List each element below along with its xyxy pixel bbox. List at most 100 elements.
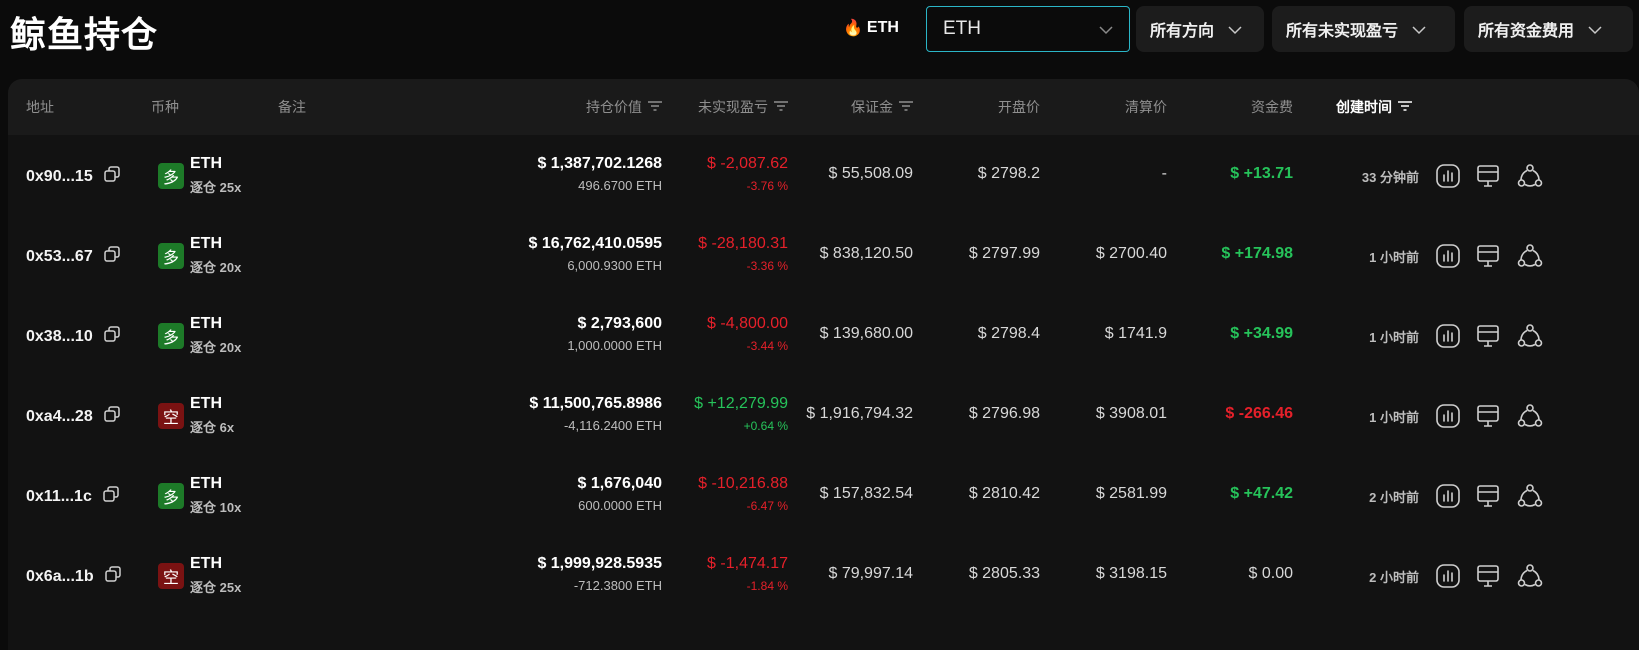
- position-amount: 6,000.9300 ETH: [567, 258, 662, 273]
- sort-icon[interactable]: [648, 79, 662, 135]
- coin-name: ETH: [190, 555, 222, 572]
- margin-mode: 逐仓 20x: [190, 340, 242, 355]
- col-position-value-label: 持仓价值: [586, 99, 642, 115]
- liquidation-price: $ 2581.99: [1095, 485, 1167, 502]
- direction-filter[interactable]: 所有方向: [1136, 6, 1264, 52]
- sort-icon[interactable]: [774, 79, 788, 135]
- position-amount: 496.6700 ETH: [578, 178, 662, 193]
- hot-coin-tag[interactable]: 🔥 ETH: [843, 18, 899, 38]
- col-margin[interactable]: 保证金: [851, 79, 913, 135]
- created-time: 2 小时前: [1369, 490, 1419, 505]
- liquidation-price: $ 2700.40: [1095, 245, 1167, 262]
- liquidation-price: $ 1741.9: [1104, 325, 1167, 342]
- flame-icon: 🔥: [843, 20, 863, 37]
- open-price: $ 2797.99: [968, 245, 1040, 262]
- copy-icon[interactable]: [104, 565, 122, 588]
- col-position-value[interactable]: 持仓价值: [586, 79, 662, 135]
- chart-icon[interactable]: [1435, 163, 1461, 189]
- margin-value: $ 139,680.00: [819, 325, 913, 342]
- table-row[interactable]: 0x90...15 多 ETH 逐仓 25x $ 1,387,702.1268 496.6…: [8, 135, 1639, 217]
- created-time: 1 小时前: [1369, 250, 1419, 265]
- col-unrealized-pnl[interactable]: 未实现盈亏: [698, 79, 788, 135]
- chart-icon[interactable]: [1435, 563, 1461, 589]
- copy-icon[interactable]: [103, 325, 121, 348]
- address-cell[interactable]: 0xa4...28: [26, 405, 121, 428]
- liquidation-price: -: [1161, 165, 1167, 182]
- coin-name: ETH: [190, 475, 222, 492]
- copy-icon[interactable]: [103, 165, 121, 188]
- wallet-address[interactable]: 0x6a...1b: [26, 568, 94, 586]
- pnl-filter-label: 所有未实现盈亏: [1286, 23, 1399, 40]
- wallet-address[interactable]: 0x38...10: [26, 328, 93, 346]
- share-icon[interactable]: [1517, 323, 1543, 349]
- funding-filter[interactable]: 所有资金费用: [1464, 6, 1633, 52]
- chevron-down-icon: [1588, 23, 1602, 35]
- pnl-filter[interactable]: 所有未实现盈亏: [1272, 6, 1455, 52]
- margin-mode: 逐仓 25x: [190, 580, 242, 595]
- wallet-address[interactable]: 0x90...15: [26, 168, 93, 186]
- coin-select-value: ETH: [943, 18, 981, 39]
- table-row[interactable]: 0x38...10 多 ETH 逐仓 20x $ 2,793,600 1,000.0000…: [8, 295, 1639, 377]
- col-coin: 币种: [151, 99, 179, 115]
- sort-icon[interactable]: [1398, 79, 1412, 135]
- funding-fee: $ -266.46: [1225, 405, 1293, 422]
- col-created-time[interactable]: 创建时间: [1336, 79, 1412, 135]
- coin-name: ETH: [190, 155, 222, 172]
- share-icon[interactable]: [1517, 403, 1543, 429]
- monitor-icon[interactable]: [1475, 483, 1501, 509]
- table-row[interactable]: 0x53...67 多 ETH 逐仓 20x $ 16,762,410.0595 6,00…: [8, 215, 1639, 297]
- copy-icon[interactable]: [103, 405, 121, 428]
- created-time: 1 小时前: [1369, 330, 1419, 345]
- margin-value: $ 55,508.09: [828, 165, 913, 182]
- created-time: 33 分钟前: [1361, 170, 1419, 185]
- monitor-icon[interactable]: [1475, 563, 1501, 589]
- top-bar: 鲸鱼持仓 🔥 ETH ETH 所有方向 所有未实现盈亏 所有资金费用: [0, 0, 1639, 68]
- unrealized-pnl-percent: -1.84 %: [746, 579, 788, 593]
- monitor-icon[interactable]: [1475, 243, 1501, 269]
- col-open-price: 开盘价: [998, 99, 1040, 115]
- wallet-address[interactable]: 0xa4...28: [26, 408, 93, 426]
- table-row[interactable]: 0x11...1c 多 ETH 逐仓 10x $ 1,676,040 600.0000 E…: [8, 455, 1639, 537]
- address-cell[interactable]: 0x90...15: [26, 165, 121, 188]
- chart-icon[interactable]: [1435, 243, 1461, 269]
- funding-fee: $ +174.98: [1221, 245, 1293, 262]
- copy-icon[interactable]: [102, 485, 120, 508]
- table-row[interactable]: 0xa4...28 空 ETH 逐仓 6x $ 11,500,765.8986 -4,11…: [8, 375, 1639, 457]
- share-icon[interactable]: [1517, 483, 1543, 509]
- chart-icon[interactable]: [1435, 403, 1461, 429]
- share-icon[interactable]: [1517, 563, 1543, 589]
- position-value: $ 11,500,765.8986: [529, 395, 662, 412]
- coin-select[interactable]: ETH: [926, 6, 1130, 52]
- position-amount: -712.3800 ETH: [573, 578, 662, 593]
- col-unrealized-pnl-label: 未实现盈亏: [698, 99, 768, 115]
- monitor-icon[interactable]: [1475, 163, 1501, 189]
- created-time: 1 小时前: [1369, 410, 1419, 425]
- wallet-address[interactable]: 0x11...1c: [26, 488, 92, 506]
- address-cell[interactable]: 0x38...10: [26, 325, 121, 348]
- position-value: $ 2,793,600: [577, 315, 662, 332]
- chart-icon[interactable]: [1435, 323, 1461, 349]
- funding-fee: $ +47.42: [1230, 485, 1293, 502]
- position-value: $ 1,999,928.5935: [537, 555, 662, 572]
- direction-filter-label: 所有方向: [1150, 23, 1215, 40]
- position-value: $ 1,387,702.1268: [537, 155, 662, 172]
- margin-mode: 逐仓 6x: [190, 420, 235, 435]
- address-cell[interactable]: 0x6a...1b: [26, 565, 122, 588]
- open-price: $ 2805.33: [968, 565, 1040, 582]
- unrealized-pnl: $ -4,800.00: [707, 315, 788, 332]
- unrealized-pnl: $ -28,180.31: [698, 235, 788, 252]
- chart-icon[interactable]: [1435, 483, 1461, 509]
- address-cell[interactable]: 0x53...67: [26, 245, 121, 268]
- wallet-address[interactable]: 0x53...67: [26, 248, 93, 266]
- funding-fee: $ 0.00: [1248, 565, 1293, 582]
- page-title: 鲸鱼持仓: [10, 14, 159, 55]
- address-cell[interactable]: 0x11...1c: [26, 485, 120, 508]
- share-icon[interactable]: [1517, 243, 1543, 269]
- copy-icon[interactable]: [103, 245, 121, 268]
- table-row[interactable]: 0x6a...1b 空 ETH 逐仓 25x $ 1,999,928.5935 -712.…: [8, 535, 1639, 617]
- monitor-icon[interactable]: [1475, 403, 1501, 429]
- share-icon[interactable]: [1517, 163, 1543, 189]
- monitor-icon[interactable]: [1475, 323, 1501, 349]
- sort-icon[interactable]: [899, 79, 913, 135]
- side-badge: 空: [158, 563, 184, 589]
